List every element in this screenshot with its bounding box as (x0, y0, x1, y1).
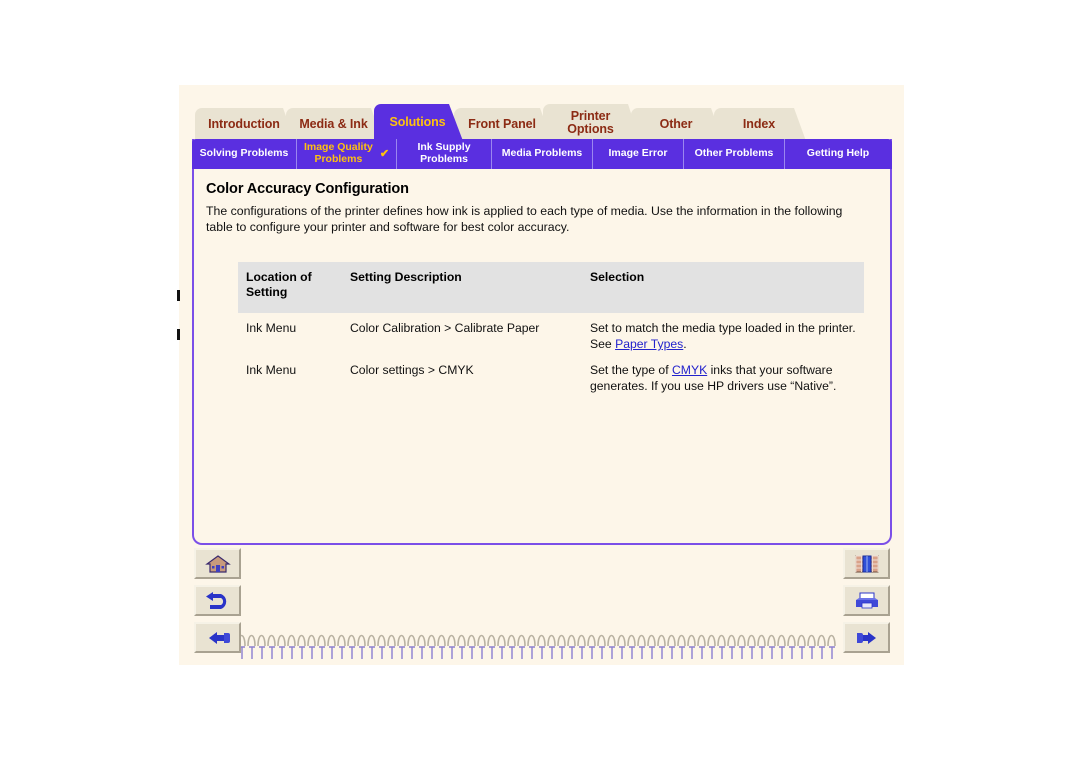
printer-icon (853, 591, 881, 611)
table-header-row: Location of Setting Setting Description … (238, 261, 864, 314)
secondary-tab-image-error[interactable]: Image Error (593, 139, 684, 169)
home-icon (204, 554, 232, 574)
primary-tab-printer-options[interactable]: Printer Options (543, 104, 640, 141)
secondary-tab-label: Media Problems (501, 147, 583, 160)
left-navigation-buttons (194, 548, 241, 653)
primary-tab-label: Introduction (208, 117, 280, 132)
secondary-tab-label: Solving Problems (199, 147, 289, 160)
secondary-tab-label: Image Error (608, 147, 668, 160)
primary-tab-solutions[interactable]: Solutions (374, 104, 463, 141)
secondary-tab-label: Image Quality Problems (303, 141, 373, 165)
primary-tab-introduction[interactable]: Introduction (195, 108, 295, 141)
secondary-tab-label: Getting Help (806, 147, 870, 160)
secondary-tab-label: Other Problems (694, 147, 774, 160)
content-body: Color Accuracy Configuration The configu… (194, 169, 890, 543)
secondary-tab-bar: Solving Problems Image Quality Problems ✔ I… (192, 139, 892, 169)
secondary-tab-label: Ink Supply Problems (417, 141, 471, 165)
hand-right-button[interactable] (843, 622, 890, 653)
back-arrow-icon (204, 591, 232, 611)
cross-reference-link[interactable]: Paper Types (615, 337, 683, 351)
bookshelf-index-button[interactable] (843, 548, 890, 579)
back-arrow-button[interactable] (194, 585, 241, 616)
column-header-location: Location of Setting (238, 261, 342, 314)
bookshelf-index-icon (853, 554, 881, 574)
secondary-tab-image-quality-problems[interactable]: Image Quality Problems ✔ (297, 139, 397, 169)
primary-tab-index[interactable]: Index (714, 108, 806, 141)
intro-paragraph: The configurations of the printer define… (206, 204, 843, 235)
primary-tab-label: Solutions (389, 115, 446, 130)
primary-tab-label: Media & Ink (299, 117, 368, 132)
secondary-tab-ink-supply-problems[interactable]: Ink Supply Problems (397, 139, 492, 169)
spiral-binding (237, 634, 836, 659)
right-navigation-buttons (843, 548, 890, 653)
hand-left-icon (204, 628, 232, 648)
primary-tab-other[interactable]: Other (631, 108, 723, 141)
primary-tab-bar: Introduction Media & Ink Solutions Front Pa… (195, 104, 797, 141)
cell-selection: Set to match the media type loaded in th… (582, 313, 864, 355)
change-bar (177, 290, 180, 301)
secondary-tab-getting-help[interactable]: Getting Help (785, 139, 891, 169)
cell-description: Color Calibration > Calibrate Paper (350, 321, 540, 336)
cross-reference-link[interactable]: CMYK (672, 363, 707, 377)
primary-tab-label: Other (659, 117, 693, 132)
configuration-table: Location of Setting Setting Description … (238, 261, 864, 397)
table-row: Ink Menu Color settings > CMYK Set the typ… (238, 355, 864, 397)
cell-location: Ink Menu (246, 321, 297, 336)
cell-selection: Set the type of CMYK inks that your soft… (582, 355, 864, 397)
primary-tab-label: Front Panel (468, 117, 536, 132)
primary-tab-label: Printer Options (567, 108, 614, 136)
selection-text-after-link: . (683, 337, 687, 352)
secondary-tab-solving-problems[interactable]: Solving Problems (192, 139, 297, 169)
printer-button[interactable] (843, 585, 890, 616)
primary-tab-media-ink[interactable]: Media & Ink (286, 108, 383, 141)
primary-tab-label: Index (742, 117, 776, 132)
home-button[interactable] (194, 548, 241, 579)
column-header-description: Setting Description (342, 261, 582, 314)
primary-tab-front-panel[interactable]: Front Panel (454, 108, 552, 141)
hand-right-icon (853, 628, 881, 648)
hand-left-button[interactable] (194, 622, 241, 653)
checkmark-icon: ✔ (379, 147, 390, 160)
content-frame: Color Accuracy Configuration The configu… (192, 139, 892, 545)
cell-location: Ink Menu (246, 363, 297, 378)
secondary-tab-media-problems[interactable]: Media Problems (492, 139, 593, 169)
table-body: Ink Menu Color Calibration > Calibrate Pa… (238, 313, 864, 396)
change-bar (177, 329, 180, 340)
table-row: Ink Menu Color Calibration > Calibrate Pa… (238, 313, 864, 355)
selection-text-before-link: Set the type of (590, 363, 672, 378)
page-title: Color Accuracy Configuration (206, 181, 409, 197)
column-header-selection: Selection (582, 261, 864, 314)
cell-description: Color settings > CMYK (350, 363, 474, 378)
secondary-tab-other-problems[interactable]: Other Problems (684, 139, 785, 169)
